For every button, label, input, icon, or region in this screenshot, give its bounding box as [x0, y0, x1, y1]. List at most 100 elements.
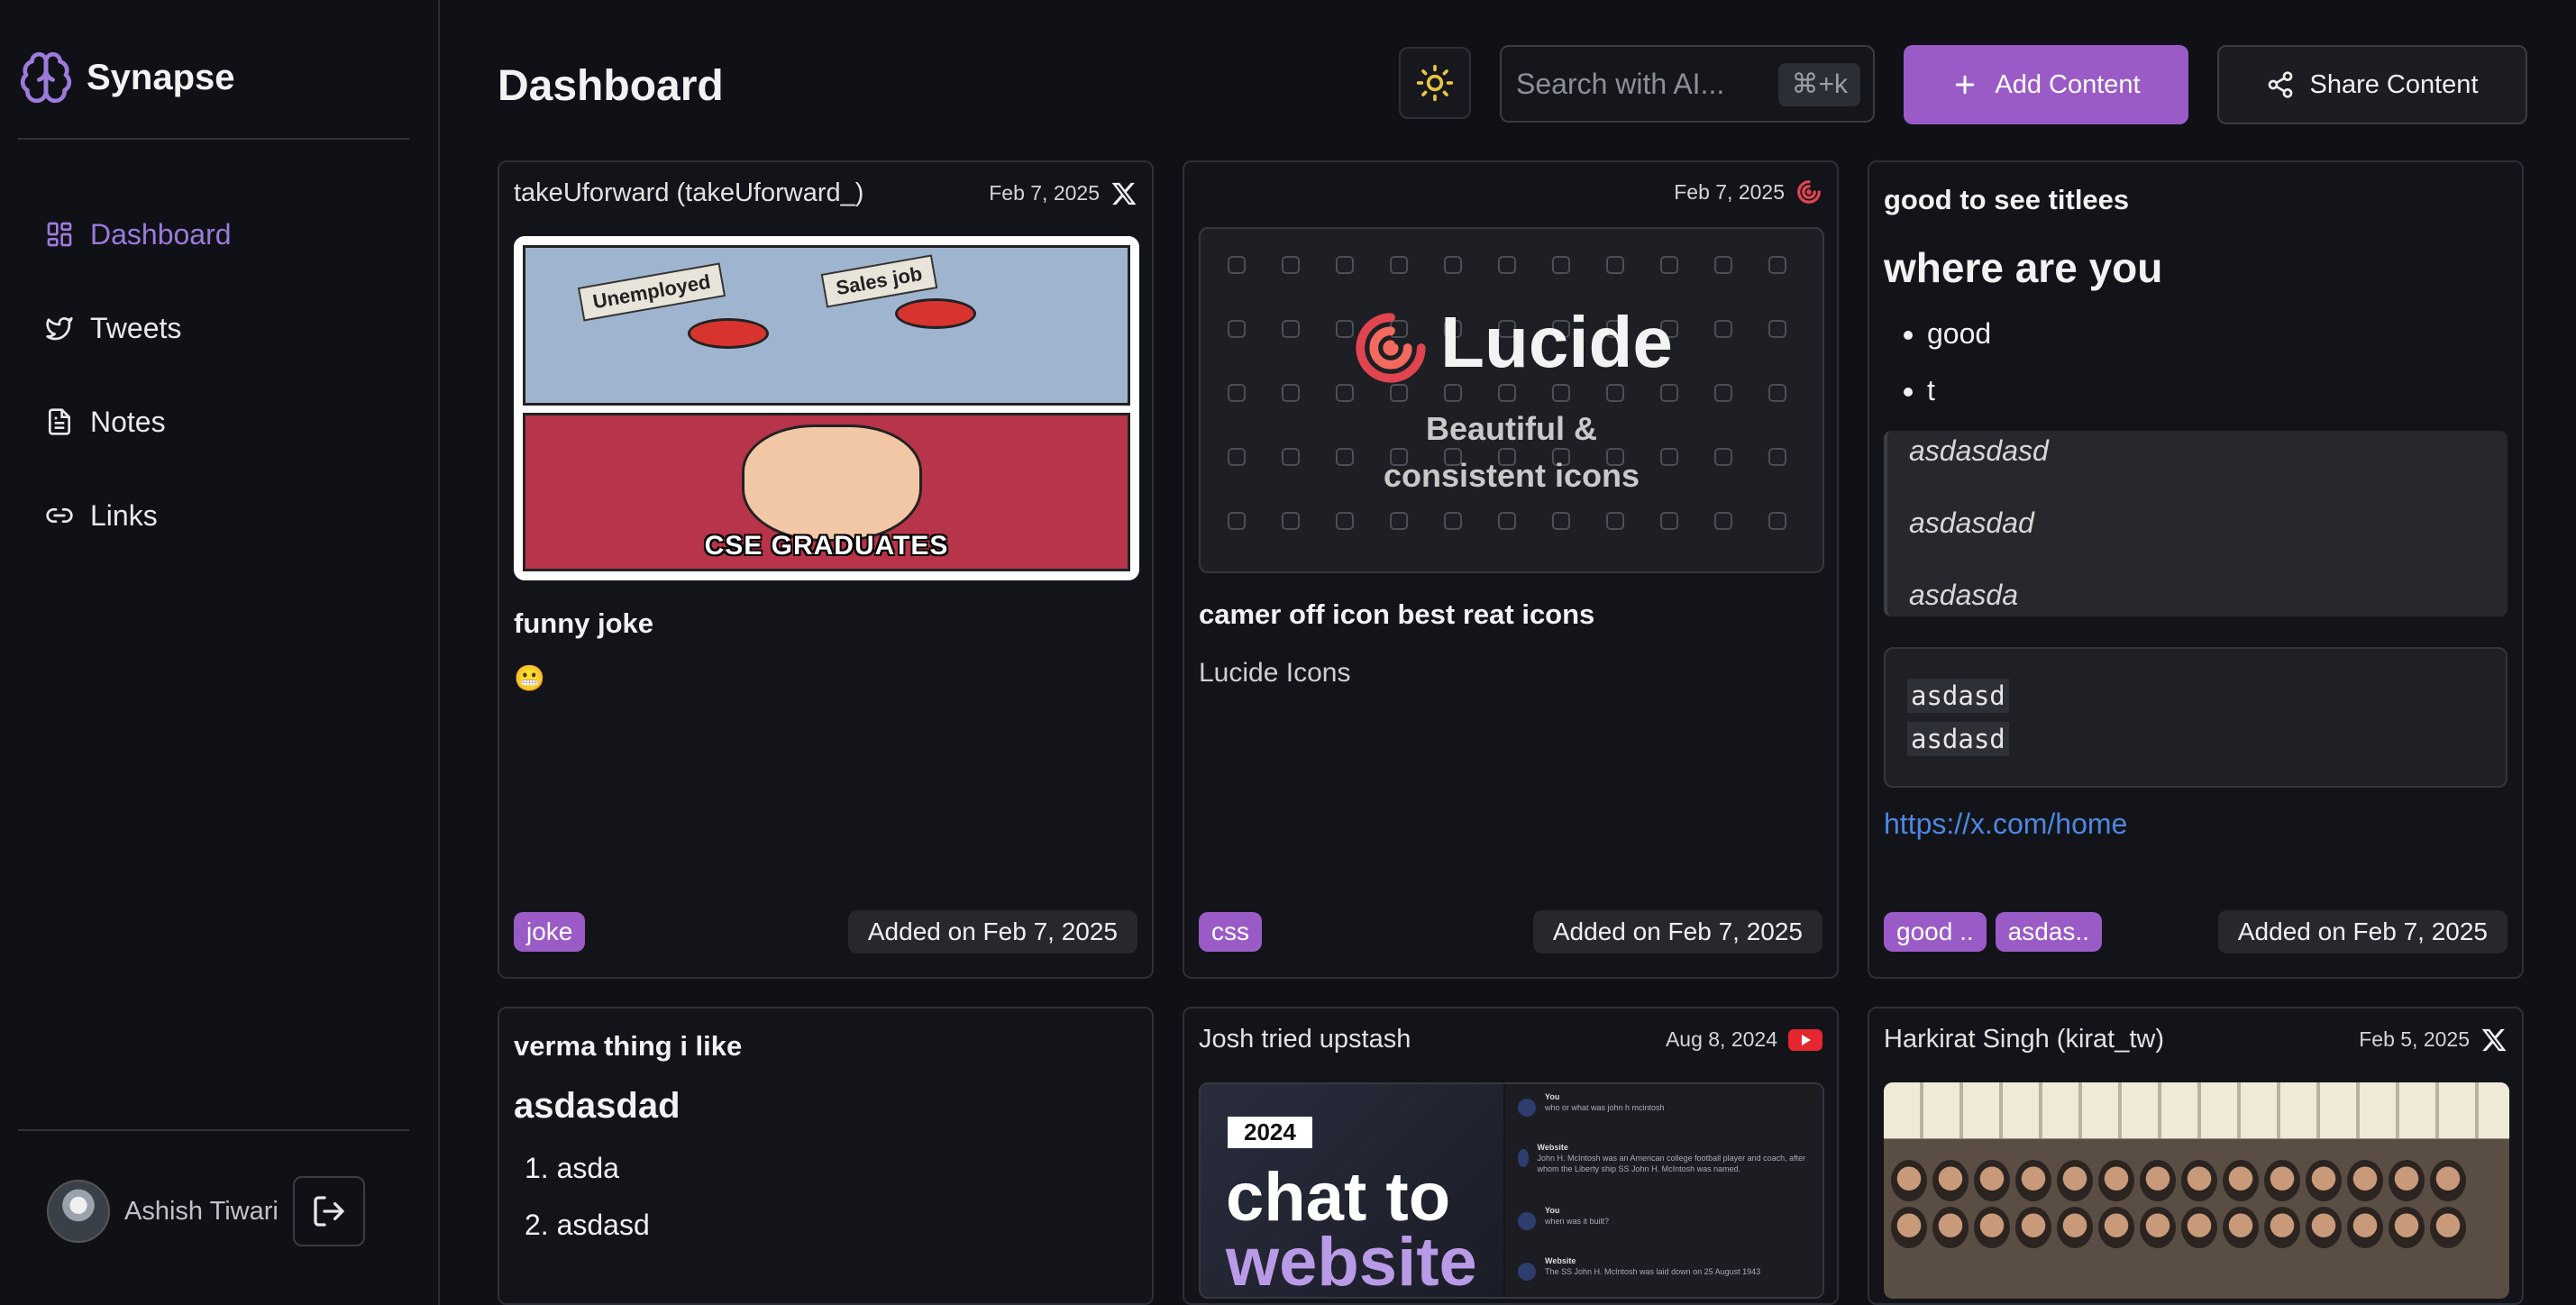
card-header: Feb 7, 2025	[1199, 178, 1822, 205]
lucide-logo: Lucide	[1201, 301, 1822, 388]
chat-author: You	[1545, 1092, 1560, 1101]
note-heading: asdasdad	[514, 1086, 681, 1126]
tag[interactable]: good ..	[1884, 912, 1987, 952]
chat-message: Website John H. McIntosh was an American …	[1518, 1142, 1810, 1205]
chat-message: You who or what was john h mcintosh	[1518, 1091, 1810, 1142]
meme-button-label: Unemployed	[577, 262, 726, 322]
meme-face	[742, 424, 922, 542]
quote-line: asdasdad	[1909, 506, 2034, 539]
thumbnail-left: 2024 chat to website	[1201, 1084, 1503, 1297]
bullet-list: good t	[1927, 317, 2507, 407]
list-item: asda	[525, 1152, 1137, 1185]
code-line: asdasd	[1907, 679, 2009, 713]
brain-icon	[20, 51, 72, 104]
link-preview-image[interactable]: Lucide Beautiful & consistent icons	[1199, 227, 1824, 573]
thumbnail-chat: You who or what was john h mcintosh Websi…	[1505, 1084, 1822, 1297]
card-header: Harkirat Singh (kirat_tw) Feb 5, 2025	[1884, 1025, 2507, 1054]
quote-line: asdasda	[1909, 579, 2018, 611]
quote-line: asdasdasd	[1909, 434, 2049, 467]
divider	[18, 1129, 409, 1131]
card-author: takeUforward (takeUforward_)	[514, 178, 864, 207]
user-profile: Ashish Tiwari	[47, 1176, 365, 1246]
brand-name: Synapse	[87, 57, 235, 97]
share-content-button[interactable]: Share Content	[2217, 45, 2527, 124]
card-title: funny joke	[514, 607, 654, 639]
chat-author: Website	[1545, 1256, 1576, 1265]
search-input[interactable]	[1516, 63, 1768, 105]
list-item: t	[1927, 374, 2507, 407]
dashboard-icon	[47, 222, 72, 247]
tag-list: joke	[514, 912, 586, 952]
content-card[interactable]: good to see titlees where are you good t…	[1868, 160, 2524, 979]
video-thumbnail[interactable]: 2024 chat to website You who or what was …	[1199, 1082, 1824, 1299]
tag[interactable]: css	[1199, 912, 1262, 952]
lucide-logo-icon	[1356, 313, 1426, 383]
card-description: Lucide Icons	[1199, 658, 1351, 688]
card-date-text: Aug 8, 2024	[1665, 1027, 1777, 1051]
content-card[interactable]: Feb 7, 2025 Lucide Beautiful & consisten…	[1183, 160, 1839, 979]
sidebar-item-label: Dashboard	[90, 217, 232, 251]
lucide-icon[interactable]	[1795, 178, 1822, 205]
content-card[interactable]: Josh tried upstash Aug 8, 2024 2024 chat…	[1183, 1007, 1839, 1305]
chat-text: when was it built?	[1545, 1217, 1610, 1226]
code-line: asdasd	[1907, 722, 2009, 756]
link-icon	[46, 508, 73, 523]
list-item: asdasd	[525, 1209, 1137, 1242]
photo-crowd	[1884, 1160, 2509, 1248]
added-date-badge: Added on Feb 7, 2025	[847, 910, 1137, 954]
file-text-icon	[49, 408, 70, 435]
card-date: Feb 7, 2025	[989, 180, 1137, 207]
tag-list: good .. asdas..	[1884, 912, 2102, 952]
sidebar-item-notes[interactable]: Notes	[45, 398, 232, 445]
x-icon[interactable]	[1110, 180, 1137, 207]
note-body: asdasdad asda asdasd	[514, 1086, 1137, 1265]
note-body: where are you good t asdasdasd asdasdad …	[1884, 243, 2507, 841]
chat-text: The SS John H. McIntosh was laid down on…	[1545, 1267, 1761, 1276]
lucide-logo-text: Lucide	[1440, 302, 1673, 382]
tag[interactable]: asdas..	[1995, 912, 2102, 952]
chat-message: Website The SS John H. McIntosh was laid …	[1518, 1255, 1810, 1297]
thumbnail-line: chat to	[1226, 1159, 1451, 1236]
sidebar-item-links[interactable]: Links	[45, 492, 232, 539]
brand[interactable]: Synapse	[18, 50, 235, 105]
card-title: good to see titlees	[1884, 184, 2130, 215]
card-date-text: Feb 5, 2025	[2359, 1027, 2470, 1051]
chat-text: John H. McIntosh was an American college…	[1537, 1154, 1806, 1173]
note-link[interactable]: https://x.com/home	[1884, 808, 2507, 841]
chat-message: You when was it built?	[1518, 1205, 1810, 1255]
sidebar-nav: Dashboard Tweets Notes Links	[45, 211, 232, 586]
youtube-icon[interactable]	[1788, 1027, 1822, 1053]
card-date: Aug 8, 2024	[1666, 1027, 1822, 1053]
share-content-label: Share Content	[2309, 69, 2479, 99]
avatar[interactable]	[47, 1180, 110, 1243]
tag[interactable]: joke	[514, 912, 586, 952]
content-card[interactable]: takeUforward (takeUforward_) Feb 7, 2025…	[498, 160, 1154, 979]
meme-panel-top: Unemployed Sales job	[523, 245, 1130, 406]
card-title: verma thing i like	[514, 1030, 743, 1062]
meme-image[interactable]: Unemployed Sales job CSE GRADUATES	[514, 236, 1139, 580]
blockquote: asdasdasd asdasdad asdasda	[1884, 431, 2507, 616]
chat-author: You	[1545, 1206, 1560, 1215]
sidebar-item-label: Tweets	[90, 311, 182, 344]
sun-icon	[1416, 64, 1454, 102]
sidebar-item-dashboard[interactable]: Dashboard	[45, 211, 232, 258]
tweet-photo[interactable]	[1884, 1082, 2509, 1299]
sidebar-item-label: Links	[90, 498, 158, 532]
meme-panel-bottom: CSE GRADUATES	[523, 413, 1130, 571]
meme-red-button	[895, 298, 976, 329]
sidebar: Synapse Dashboard Tweets Notes Links Ash…	[0, 0, 440, 1305]
sidebar-item-tweets[interactable]: Tweets	[45, 305, 232, 351]
logout-icon	[314, 1196, 344, 1227]
logout-button[interactable]	[292, 1176, 365, 1246]
search-shortcut-badge: ⌘+k	[1778, 63, 1860, 106]
x-icon[interactable]	[2480, 1027, 2507, 1054]
theme-toggle-button[interactable]	[1399, 47, 1471, 119]
thumbnail-heading: chat to website	[1226, 1159, 1477, 1297]
add-content-button[interactable]: Add Content	[1904, 45, 2188, 124]
content-card[interactable]: Harkirat Singh (kirat_tw) Feb 5, 2025	[1868, 1007, 2524, 1305]
content-card[interactable]: verma thing i like asdasdad asda asdasd	[498, 1007, 1154, 1305]
thumbnail-year: 2024	[1228, 1117, 1312, 1148]
card-footer: css Added on Feb 7, 2025	[1199, 910, 1822, 954]
page-title: Dashboard	[498, 62, 724, 110]
tag-list: css	[1199, 912, 1262, 952]
